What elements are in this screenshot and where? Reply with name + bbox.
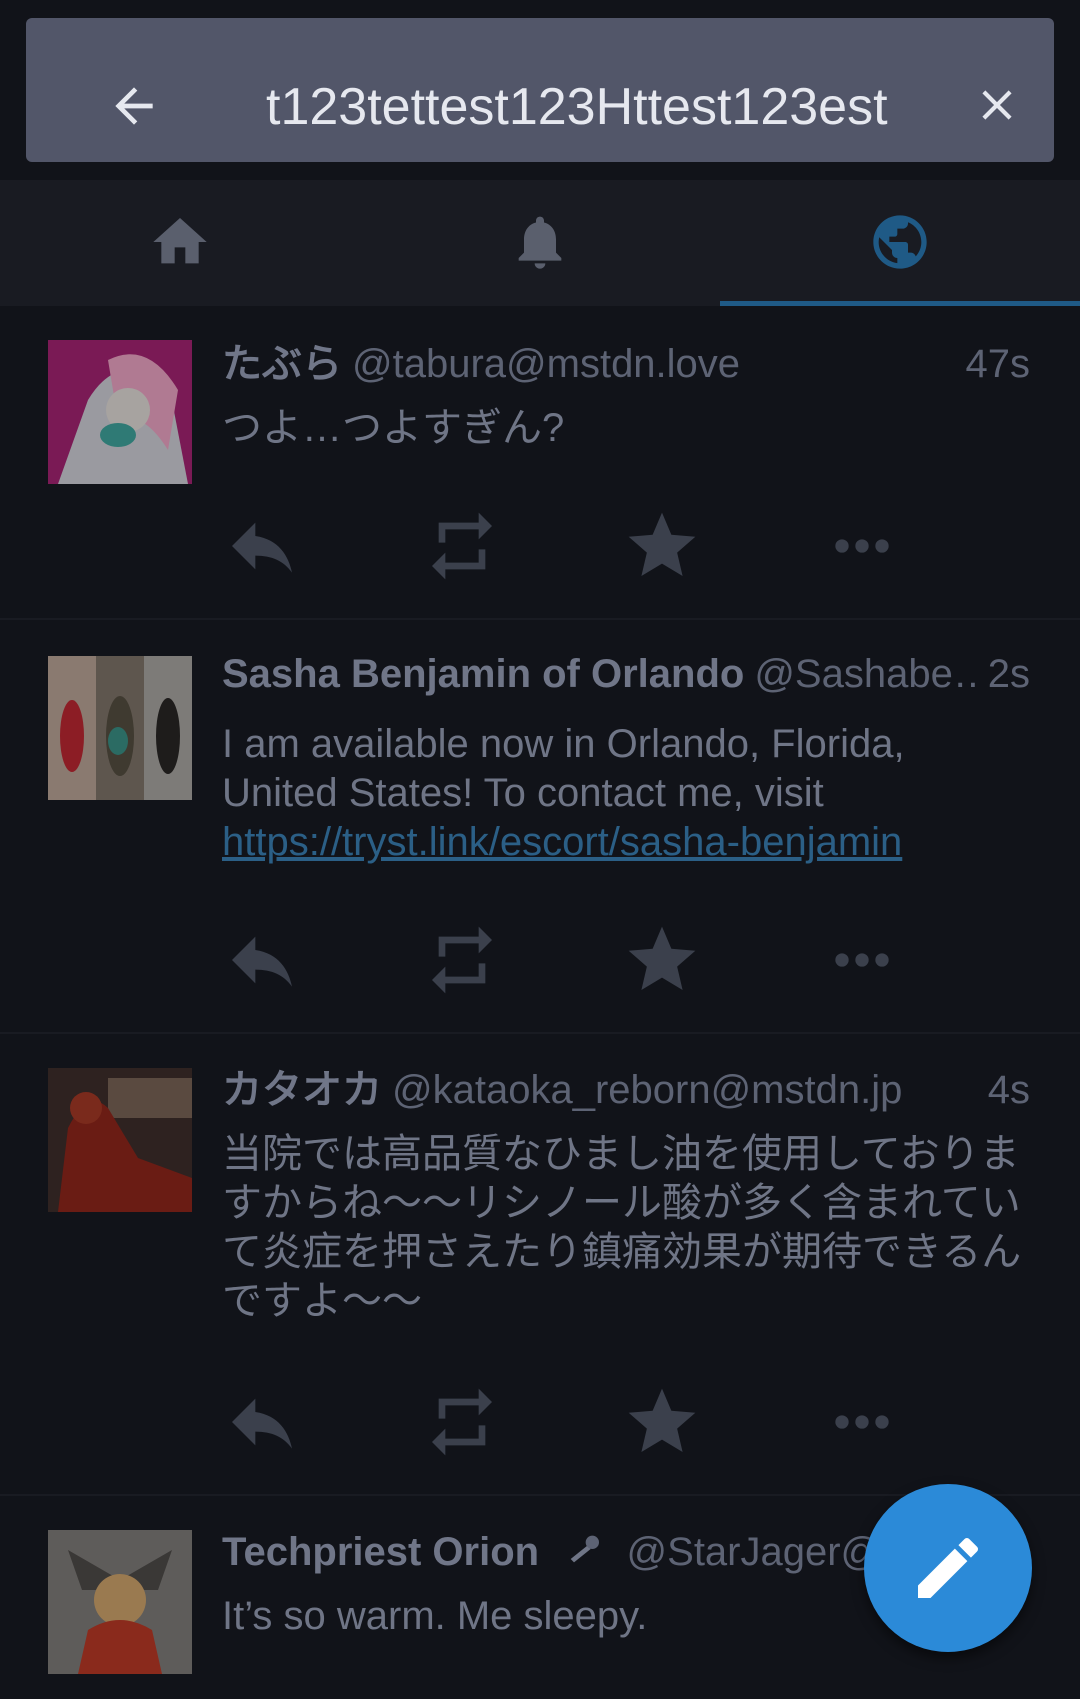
tab-home[interactable]	[0, 180, 360, 306]
boost-button[interactable]	[422, 920, 502, 1000]
status-header: Sasha Benjamin of Orlando @Sashabe… 2s	[222, 646, 1030, 702]
timestamp: 47s	[957, 336, 1030, 392]
status-content: I am available now in Orlando, Florida, …	[222, 720, 1022, 867]
star-icon	[628, 512, 696, 576]
home-icon	[153, 218, 207, 264]
repeat-icon	[432, 1388, 492, 1456]
reply-button[interactable]	[222, 920, 302, 1000]
microphone-emoji-icon	[570, 1535, 599, 1563]
more-horizontal-icon	[835, 953, 889, 967]
user-handle[interactable]: @tabura@mstdn.love	[352, 342, 740, 386]
tab-federated[interactable]	[720, 180, 1080, 306]
favourite-button[interactable]	[622, 506, 702, 586]
compose-button[interactable]	[864, 1484, 1032, 1652]
status-content: 当院では高品質なひまし油を使用しておりますからね〜〜リシノール酸が多く含まれてい…	[222, 1130, 1032, 1326]
avatar[interactable]	[48, 656, 192, 800]
reply-icon	[232, 1398, 292, 1449]
pencil-icon	[918, 1537, 979, 1598]
star-icon	[628, 926, 696, 990]
avatar[interactable]	[48, 1068, 192, 1212]
favourite-button[interactable]	[622, 1382, 702, 1462]
search-bar: t123tettest123Httest123est	[26, 18, 1054, 162]
avatar[interactable]	[48, 1530, 192, 1674]
repeat-icon	[432, 926, 492, 994]
tab-bar	[0, 180, 1080, 306]
status-item[interactable]: Sasha Benjamin of Orlando @Sashabe… 2s I …	[0, 620, 1080, 1034]
timestamp: 2s	[979, 646, 1030, 702]
status-header: カタオカ @kataoka_reborn@mstdn.jp 4s	[222, 1062, 1030, 1118]
display-name[interactable]: たぶら	[222, 342, 342, 386]
status-actions	[222, 1382, 922, 1462]
status-text: 当院では高品質なひまし油を使用しておりますからね〜〜リシノール酸が多く含まれてい…	[222, 1132, 1022, 1323]
avatar[interactable]	[48, 340, 192, 484]
reply-icon	[232, 522, 292, 573]
status-text: It’s so warm. Me sleepy.	[222, 1594, 648, 1638]
boost-button[interactable]	[422, 506, 502, 586]
more-horizontal-icon	[835, 539, 889, 553]
status-item[interactable]: カタオカ @kataoka_reborn@mstdn.jp 4s 当院では高品質な…	[0, 1034, 1080, 1496]
status-text: I am available now in Orlando, Florida, …	[222, 722, 905, 815]
user-handle[interactable]: @StarJager@	[627, 1530, 882, 1574]
search-input[interactable]: t123tettest123Httest123est	[266, 62, 928, 152]
more-horizontal-icon	[835, 1415, 889, 1429]
status-text: つよ…つよすぎん?	[222, 406, 565, 450]
more-button[interactable]	[822, 920, 902, 1000]
user-handle[interactable]: @kataoka_reborn@mstdn.jp	[392, 1068, 902, 1112]
status-link[interactable]: https://tryst.link/escort/sasha-benjamin	[222, 820, 902, 864]
reply-button[interactable]	[222, 1382, 302, 1462]
star-icon	[628, 1388, 696, 1452]
status-content: つよ…つよすぎん?	[222, 404, 1022, 453]
favourite-button[interactable]	[622, 920, 702, 1000]
repeat-icon	[432, 512, 492, 580]
reply-icon	[232, 936, 292, 987]
status-item[interactable]: たぶら @tabura@mstdn.love 47s つよ…つよすぎん?	[0, 306, 1080, 620]
boost-button[interactable]	[422, 1382, 502, 1462]
status-header: たぶら @tabura@mstdn.love 47s	[222, 336, 1030, 392]
more-button[interactable]	[822, 506, 902, 586]
reply-button[interactable]	[222, 506, 302, 586]
close-icon[interactable]	[972, 80, 1022, 130]
display-name[interactable]: カタオカ	[222, 1068, 382, 1112]
status-actions	[222, 506, 922, 586]
display-name[interactable]: Techpriest Orion	[222, 1530, 539, 1574]
more-button[interactable]	[822, 1382, 902, 1462]
user-handle[interactable]: @Sashabe…	[754, 652, 993, 696]
timestamp: 4s	[979, 1062, 1030, 1118]
status-actions	[222, 920, 922, 1000]
back-arrow-icon[interactable]	[106, 78, 162, 134]
tab-notifications[interactable]	[360, 180, 720, 306]
bell-icon	[518, 216, 562, 269]
globe-icon	[873, 215, 927, 269]
display-name[interactable]: Sasha Benjamin of Orlando	[222, 652, 744, 696]
